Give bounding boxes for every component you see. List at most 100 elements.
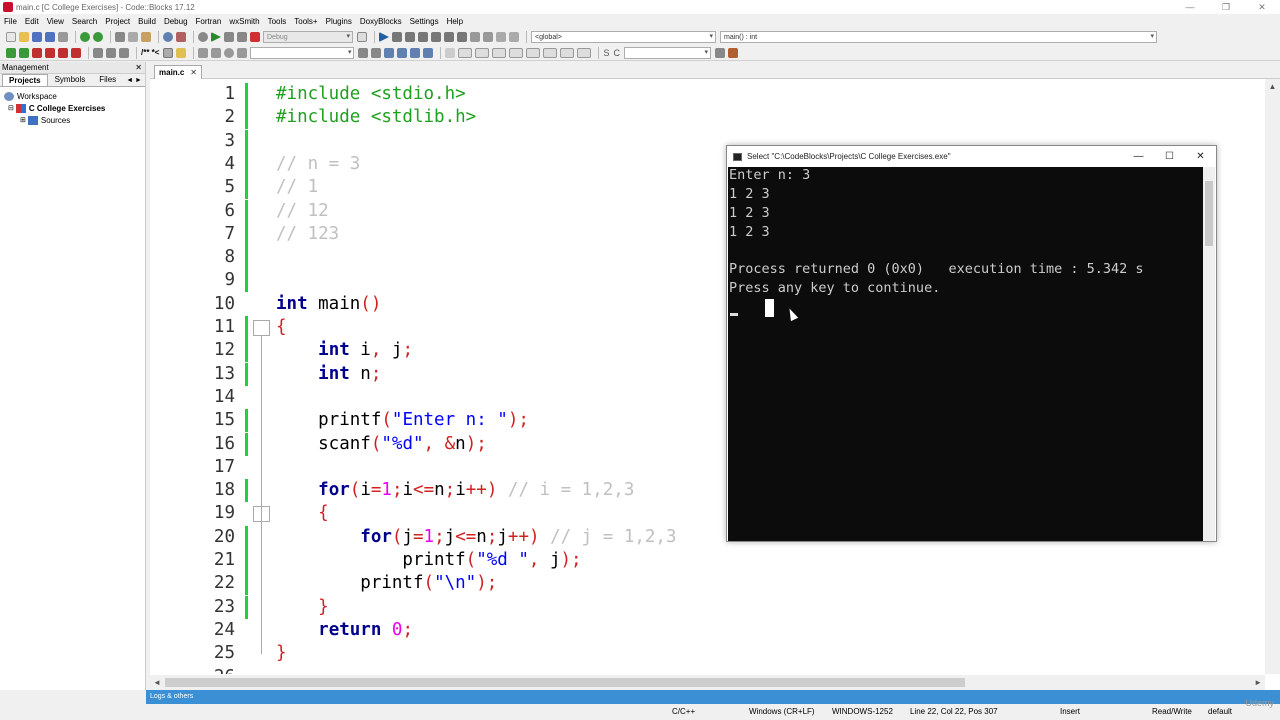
menu-edit[interactable]: Edit <box>25 17 39 26</box>
search-word-icon[interactable] <box>410 47 421 58</box>
bookmark-prev-icon[interactable] <box>45 47 55 58</box>
tree-item-sources[interactable]: ⊞ Sources <box>0 114 145 126</box>
scroll-up-icon[interactable]: ▲ <box>1265 79 1280 94</box>
collapse-icon[interactable]: ⊟ <box>8 104 14 112</box>
search-selection-icon[interactable] <box>423 47 434 58</box>
jump-back-icon[interactable] <box>6 47 16 58</box>
menu-search[interactable]: Search <box>72 17 97 26</box>
jump-forward-icon[interactable] <box>19 47 29 58</box>
close-icon[interactable]: ✕ <box>135 62 142 74</box>
nav-next-icon[interactable] <box>237 47 248 58</box>
comment-icon[interactable] <box>93 47 103 58</box>
menu-file[interactable]: File <box>4 17 17 26</box>
menu-plugins[interactable]: Plugins <box>326 17 352 26</box>
next-line-icon[interactable] <box>405 32 415 42</box>
tree-item-project[interactable]: ⊟ C College Exercises <box>0 102 145 114</box>
redo-icon[interactable] <box>93 32 103 42</box>
step-into-instruction-icon[interactable] <box>457 32 467 42</box>
search-back-icon[interactable] <box>358 47 369 58</box>
find-icon[interactable] <box>163 32 173 42</box>
menu-settings[interactable]: Settings <box>410 17 439 26</box>
close-tab-icon[interactable]: ✕ <box>190 66 197 79</box>
debug-windows-icon[interactable] <box>496 32 506 42</box>
logs-panel-bar[interactable]: Logs & others <box>146 690 1280 704</box>
console-minimize-button[interactable]: — <box>1123 146 1154 167</box>
search-regex-icon[interactable] <box>384 47 395 58</box>
cursor-select-icon[interactable] <box>445 47 456 58</box>
wx-text-icon[interactable] <box>492 47 507 58</box>
next-instruction-icon[interactable] <box>444 32 454 42</box>
code-line[interactable]: 21 printf("%d ", j); <box>150 549 1265 572</box>
console-titlebar[interactable]: Select "C:\CodeBlocks\Projects\C College… <box>727 146 1216 167</box>
console-window[interactable]: Select "C:\CodeBlocks\Projects\C College… <box>726 145 1217 542</box>
tree-item-workspace[interactable]: Workspace <box>0 90 145 102</box>
code-line[interactable]: 2 #include <stdlib.h> <box>150 106 1265 130</box>
code-line[interactable]: 22 printf("\n"); <box>150 572 1265 596</box>
menu-debug[interactable]: Debug <box>164 17 188 26</box>
code-line[interactable]: 26 <box>150 666 1265 675</box>
language-select[interactable]: ▾ <box>623 46 711 59</box>
menu-fortran[interactable]: Fortran <box>196 17 222 26</box>
menu-build[interactable]: Build <box>138 17 156 26</box>
debug-continue-icon[interactable] <box>379 32 389 42</box>
tab-projects[interactable]: Projects <box>2 74 48 86</box>
console-close-button[interactable]: ✕ <box>1185 146 1216 167</box>
save-icon[interactable] <box>32 32 42 42</box>
debug-info-icon[interactable] <box>509 32 519 42</box>
show-target-icon[interactable] <box>357 32 367 42</box>
scroll-left-icon[interactable]: ◄ <box>153 675 161 690</box>
wx-grid-icon[interactable] <box>526 47 541 58</box>
replace-icon[interactable] <box>176 32 186 42</box>
expand-icon[interactable]: ⊞ <box>20 116 26 124</box>
doxyblocks-extract-icon[interactable] <box>176 47 187 58</box>
minimize-button[interactable]: — <box>1172 0 1208 14</box>
wx-sizer-icon[interactable] <box>509 47 524 58</box>
paste-icon[interactable] <box>141 32 151 42</box>
fold-toggle-icon[interactable] <box>253 320 270 336</box>
stop-debugger-icon[interactable] <box>483 32 493 42</box>
code-line[interactable]: 23 } <box>150 595 1265 619</box>
step-out-icon[interactable] <box>431 32 441 42</box>
bookmark-toggle-icon[interactable] <box>32 47 42 58</box>
code-line[interactable]: 1 #include <stdio.h> <box>150 83 1265 106</box>
build-and-run-icon[interactable] <box>224 32 234 42</box>
run-to-cursor-icon[interactable] <box>392 32 402 42</box>
open-folder-icon[interactable] <box>19 32 29 42</box>
editor-horizontal-scrollbar[interactable]: ◄ ► <box>150 675 1265 690</box>
build-gear-icon[interactable] <box>198 32 208 42</box>
menu-project[interactable]: Project <box>105 17 130 26</box>
search-case-icon[interactable] <box>397 47 408 58</box>
doxyblocks-block-icon[interactable] <box>163 47 174 58</box>
run-icon[interactable] <box>211 32 221 42</box>
tab-files[interactable]: Files <box>92 73 123 86</box>
menu-tools-plus[interactable]: Tools+ <box>294 17 317 26</box>
wx-panel-icon[interactable] <box>458 47 473 58</box>
build-target-select[interactable]: Debug ▾ <box>263 31 353 43</box>
nav-dot-icon[interactable] <box>224 47 235 58</box>
nav-prev-icon[interactable] <box>211 47 222 58</box>
spellcheck-settings-icon[interactable]: C <box>613 48 620 58</box>
menu-help[interactable]: Help <box>447 17 463 26</box>
scroll-thumb[interactable] <box>165 678 965 687</box>
print-icon[interactable] <box>58 32 68 42</box>
doxyblocks-comment-button[interactable]: /** *< <box>141 48 159 57</box>
uncomment-icon[interactable] <box>106 47 116 58</box>
tab-symbols[interactable]: Symbols <box>48 73 93 86</box>
wx-static-icon[interactable] <box>577 47 592 58</box>
console-output[interactable]: Enter n: 3 1 2 3 1 2 3 1 2 3 Process ret… <box>728 167 1204 541</box>
menu-wxsmith[interactable]: wxSmith <box>229 17 259 26</box>
wx-box-icon[interactable] <box>543 47 558 58</box>
menu-doxyblocks[interactable]: DoxyBlocks <box>360 17 402 26</box>
console-vertical-scrollbar[interactable] <box>1203 167 1215 541</box>
code-line[interactable]: 25} <box>150 642 1265 665</box>
save-all-icon[interactable] <box>45 32 55 42</box>
function-select[interactable]: main() : int ▾ <box>720 31 1157 43</box>
restore-button[interactable]: ❐ <box>1208 0 1244 14</box>
pause-icon[interactable] <box>470 32 480 42</box>
search-forward-icon[interactable] <box>371 47 382 58</box>
menu-view[interactable]: View <box>47 17 64 26</box>
bookmark-next-icon[interactable] <box>58 47 68 58</box>
undo-icon[interactable] <box>80 32 90 42</box>
new-file-icon[interactable] <box>6 32 16 42</box>
pencil-icon[interactable] <box>198 47 209 58</box>
